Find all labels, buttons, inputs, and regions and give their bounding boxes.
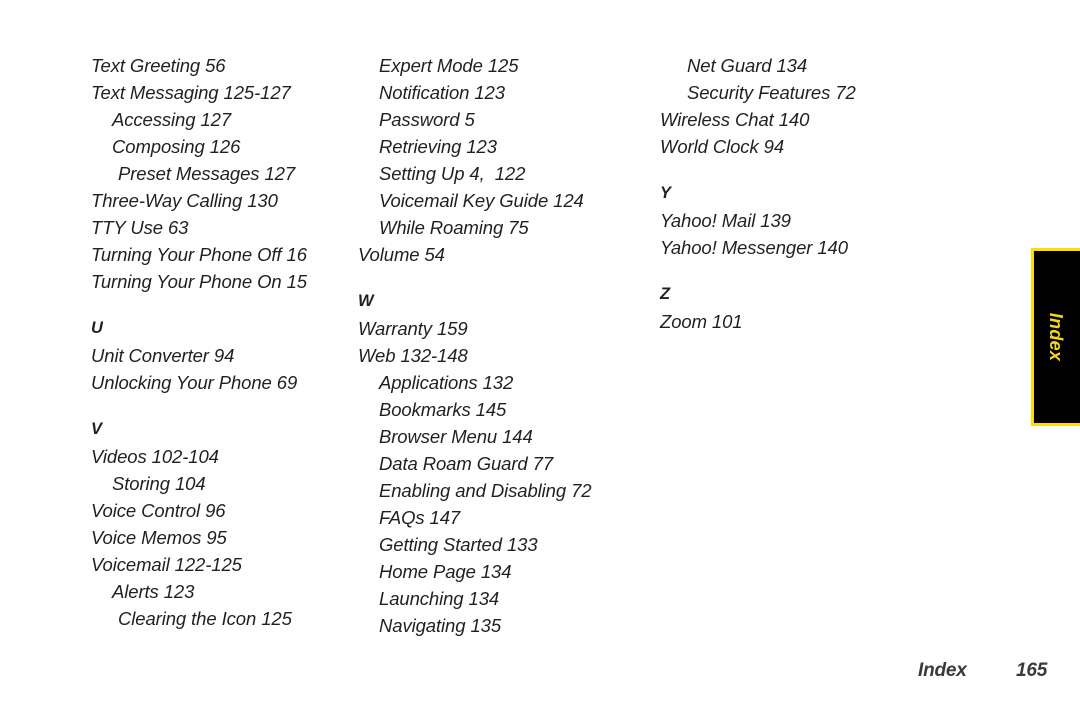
index-entry[interactable]: Voice Control 96 (91, 497, 340, 524)
footer-section-label: Index (918, 660, 967, 681)
index-entry[interactable]: Three-Way Calling 130 (91, 187, 340, 214)
index-section-heading: Z (660, 285, 671, 303)
index-entry[interactable]: Password 5 (358, 106, 645, 133)
index-entry[interactable]: Alerts 123 (91, 578, 340, 605)
index-entry[interactable]: Security Features 72 (660, 79, 975, 106)
index-entry[interactable]: Storing 104 (91, 470, 340, 497)
index-entry[interactable]: While Roaming 75 (358, 214, 645, 241)
index-column-1: Text Greeting 56 Text Messaging 125-127 Ac… (0, 52, 340, 632)
index-entry[interactable]: Yahoo! Messenger 140 (660, 234, 975, 261)
index-entry[interactable]: TTY Use 63 (91, 214, 340, 241)
index-entry[interactable]: Net Guard 134 (660, 52, 975, 79)
index-entry[interactable]: Warranty 159 (358, 315, 645, 342)
index-entry[interactable]: Bookmarks 145 (358, 396, 645, 423)
index-entry[interactable]: Navigating 135 (358, 612, 645, 639)
index-section-heading: W (358, 292, 374, 310)
index-entry[interactable]: Turning Your Phone On 15 (91, 268, 340, 295)
index-section-heading: U (91, 319, 104, 337)
index-page: Text Greeting 56 Text Messaging 125-127 Ac… (0, 0, 1080, 720)
index-entry[interactable]: Unit Converter 94 (91, 342, 340, 369)
index-thumb-tab-label: Index (1046, 312, 1066, 362)
index-entry[interactable]: Text Messaging 125-127 (91, 79, 340, 106)
index-entry[interactable]: Home Page 134 (358, 558, 645, 585)
index-entry[interactable]: Accessing 127 (91, 106, 340, 133)
index-column-3: Net Guard 134 Security Features 72 Wireles… (645, 52, 975, 335)
index-entry[interactable]: Zoom 101 (660, 308, 975, 335)
index-thumb-tab[interactable]: Index (1031, 248, 1080, 426)
index-entry[interactable]: Voicemail Key Guide 124 (358, 187, 645, 214)
index-entry[interactable]: Voicemail 122-125 (91, 551, 340, 578)
index-entry[interactable]: Composing 126 (91, 133, 340, 160)
index-entry[interactable]: Wireless Chat 140 (660, 106, 975, 133)
index-entry[interactable]: Web 132-148 (358, 342, 645, 369)
index-entry[interactable]: Clearing the Icon 125 (91, 605, 340, 632)
index-entry[interactable]: Yahoo! Mail 139 (660, 207, 975, 234)
index-column-2: Expert Mode 125 Notification 123 Password … (340, 52, 645, 639)
index-entry[interactable]: Preset Messages 127 (91, 160, 340, 187)
index-entry[interactable]: Setting Up 4, 122 (358, 160, 645, 187)
index-entry[interactable]: Text Greeting 56 (91, 52, 340, 79)
index-entry[interactable]: Data Roam Guard 77 (358, 450, 645, 477)
page-footer: Index 165 (0, 660, 1080, 690)
index-columns: Text Greeting 56 Text Messaging 125-127 Ac… (0, 52, 1080, 639)
index-entry[interactable]: Notification 123 (358, 79, 645, 106)
index-entry[interactable]: Retrieving 123 (358, 133, 645, 160)
index-entry[interactable]: Getting Started 133 (358, 531, 645, 558)
index-section-heading: Y (660, 184, 672, 202)
index-entry[interactable]: FAQs 147 (358, 504, 645, 531)
footer-page-number: 165 (1016, 660, 1048, 681)
index-entry[interactable]: Browser Menu 144 (358, 423, 645, 450)
index-entry[interactable]: Unlocking Your Phone 69 (91, 369, 340, 396)
index-entry[interactable]: Expert Mode 125 (358, 52, 645, 79)
index-entry[interactable]: Turning Your Phone Off 16 (91, 241, 340, 268)
index-entry[interactable]: World Clock 94 (660, 133, 975, 160)
index-entry[interactable]: Volume 54 (358, 241, 645, 268)
index-entry[interactable]: Launching 134 (358, 585, 645, 612)
index-section-heading: V (91, 420, 103, 438)
index-entry[interactable]: Videos 102-104 (91, 443, 340, 470)
index-entry[interactable]: Applications 132 (358, 369, 645, 396)
index-entry[interactable]: Voice Memos 95 (91, 524, 340, 551)
index-entry[interactable]: Enabling and Disabling 72 (358, 477, 645, 504)
